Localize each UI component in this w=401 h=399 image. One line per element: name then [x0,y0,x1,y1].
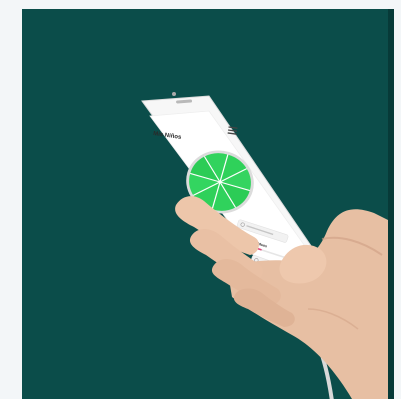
menu-icon[interactable] [227,126,238,135]
photo: Mis Niños Residuos [22,9,394,399]
camera-icon [172,92,176,96]
hand-holding-phone-illustration: Mis Niños Residuos [141,92,394,399]
